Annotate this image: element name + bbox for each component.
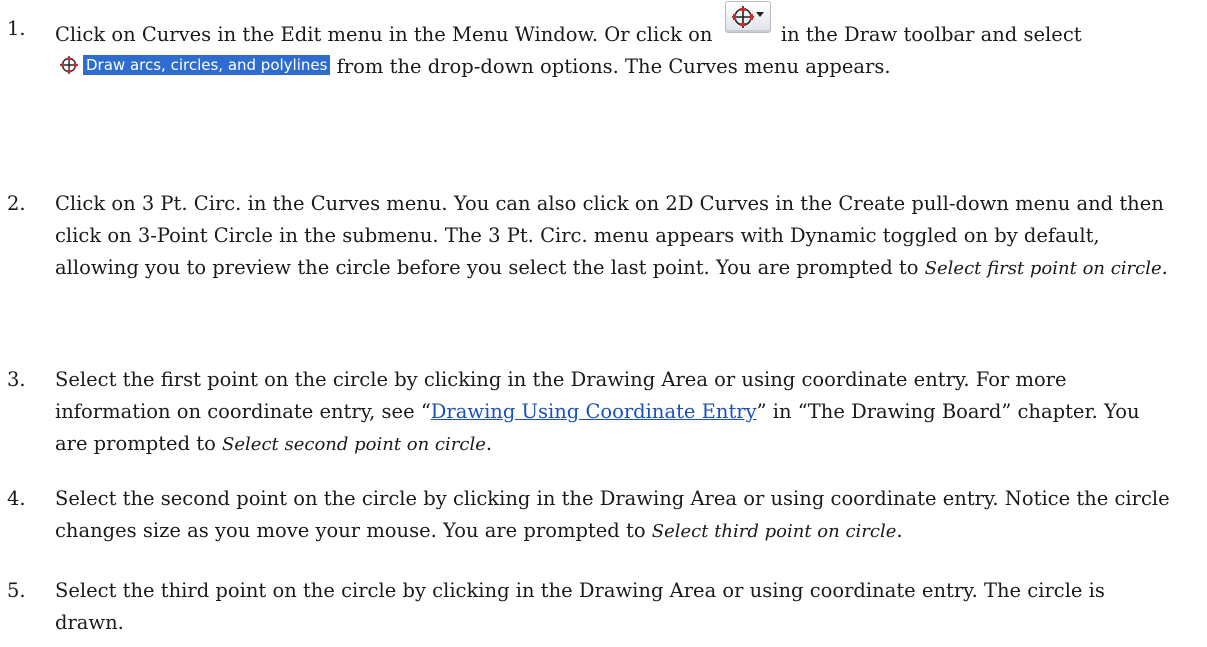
coordinate-entry-link[interactable]: Drawing Using Coordinate Entry bbox=[431, 400, 757, 423]
step-number: 3. bbox=[7, 368, 26, 391]
step-number: 1. bbox=[7, 17, 26, 40]
prompt-text: Select third point on circle bbox=[651, 521, 897, 542]
draw-arcs-menu-item[interactable]: Draw arcs, circles, and polylines bbox=[59, 55, 331, 75]
step-end: . bbox=[485, 432, 493, 455]
circle-crosshair-icon bbox=[60, 56, 78, 74]
step-end: . bbox=[1161, 256, 1168, 279]
step-body: Select the second point on the circle by… bbox=[55, 483, 1175, 548]
chevron-down-icon bbox=[755, 12, 764, 17]
step-text: in the Draw toolbar and select bbox=[780, 23, 1082, 46]
prompt-text: Select second point on circle bbox=[222, 434, 486, 455]
step-text: Select the second point on the circle by… bbox=[55, 487, 1170, 542]
step-body: Click on Curves in the Edit menu in the … bbox=[55, 1, 1175, 83]
step-end: . bbox=[896, 519, 903, 542]
step-text: Select the third point on the circle by … bbox=[55, 579, 1105, 634]
step-number: 2. bbox=[7, 192, 26, 215]
step-number: 4. bbox=[7, 487, 26, 510]
menu-item-label: Draw arcs, circles, and polylines bbox=[83, 55, 331, 75]
draw-toolbar-circle-button[interactable] bbox=[724, 1, 771, 33]
step-text: Click on Curves in the Edit menu in the … bbox=[55, 23, 713, 46]
step-body: Select the first point on the circle by … bbox=[55, 364, 1175, 461]
circle-crosshair-dropdown-icon bbox=[731, 6, 754, 28]
step-body: Click on 3 Pt. Circ. in the Curves menu.… bbox=[55, 188, 1175, 285]
prompt-text: Select first point on circle bbox=[924, 258, 1162, 279]
step-number: 5. bbox=[7, 579, 26, 602]
step-text: from the drop-down options. The Curves m… bbox=[336, 55, 891, 78]
step-body: Select the third point on the circle by … bbox=[55, 575, 1175, 639]
